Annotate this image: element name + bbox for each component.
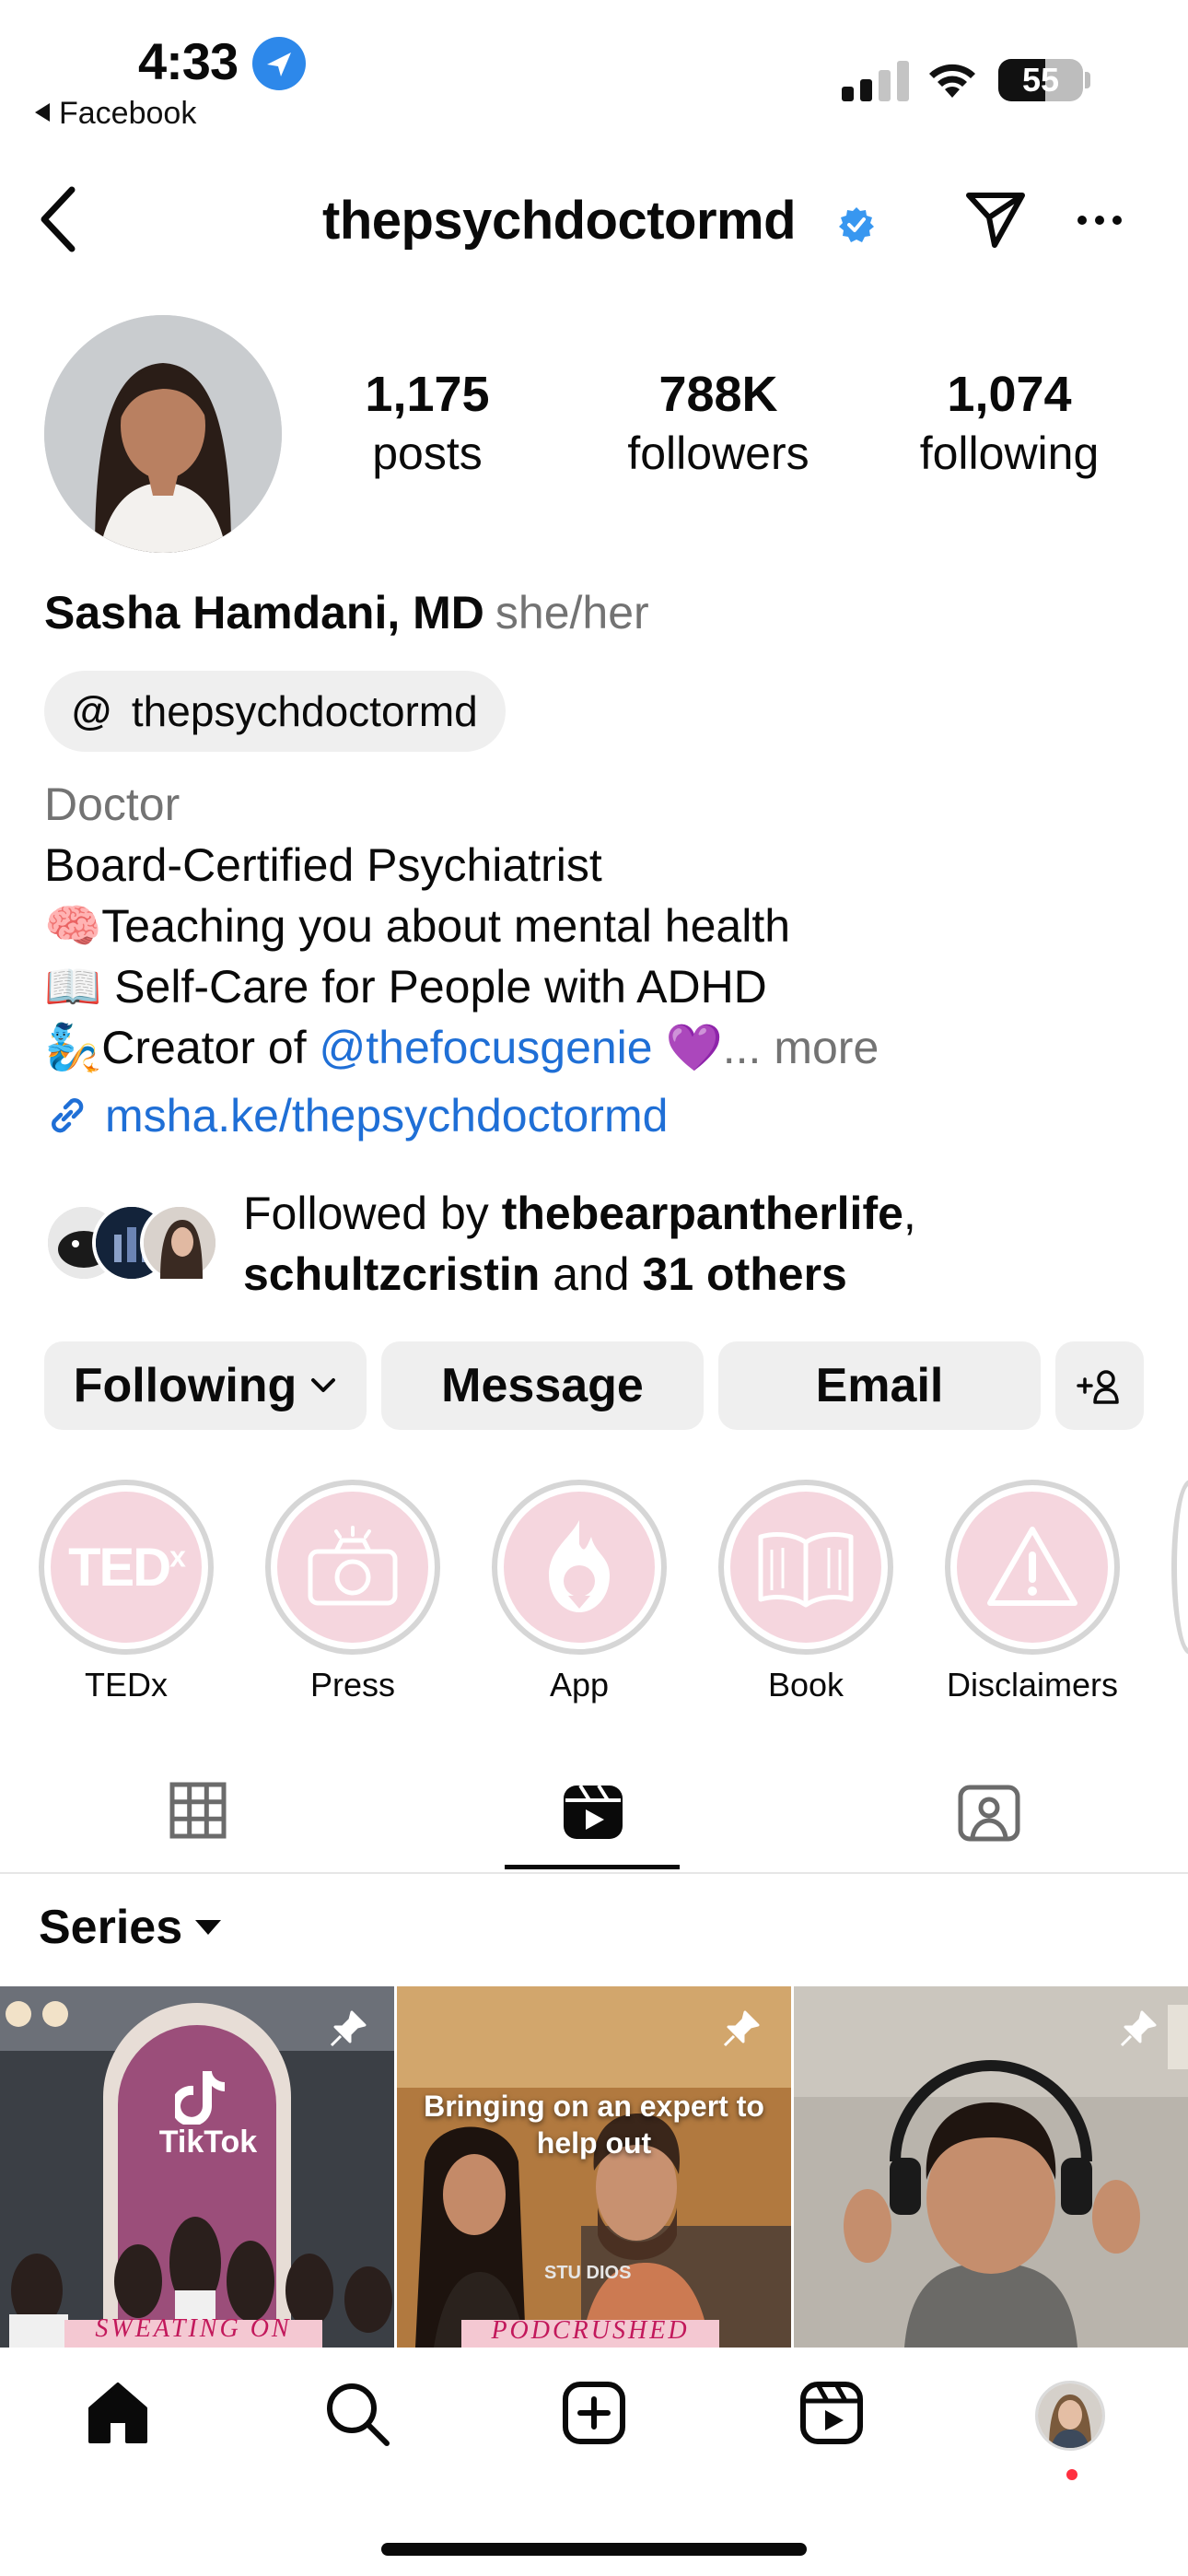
nav-search[interactable] bbox=[324, 2381, 390, 2452]
nav-reels[interactable] bbox=[799, 2381, 864, 2450]
stat-followers[interactable]: 788K followers bbox=[617, 369, 820, 480]
grid-icon bbox=[169, 1782, 227, 1839]
battery-nub bbox=[1085, 72, 1090, 88]
home-icon bbox=[85, 2381, 151, 2445]
wifi-icon bbox=[925, 57, 980, 106]
pin-icon bbox=[1118, 2008, 1159, 2054]
stat-following[interactable]: 1,074 following bbox=[908, 369, 1111, 480]
highlight-press[interactable] bbox=[265, 1480, 440, 1655]
thumb-caption: Bringing on an expert to help out bbox=[424, 2090, 764, 2160]
bio-line: 🧞Creator of @thefocusgenie 💜... more bbox=[44, 1022, 879, 1073]
search-icon bbox=[324, 2381, 390, 2447]
highlight-disclaimers[interactable] bbox=[945, 1480, 1120, 1655]
home-indicator bbox=[381, 2543, 807, 2556]
message-button[interactable]: Message bbox=[381, 1341, 704, 1430]
status-time: 4:33 bbox=[138, 32, 239, 90]
back-to-app-link[interactable]: Facebook bbox=[35, 96, 196, 132]
threads-handle: thepsychdoctormd bbox=[131, 687, 478, 735]
more-options-icon[interactable] bbox=[1076, 214, 1124, 231]
tab-tagged[interactable] bbox=[958, 1782, 1020, 1847]
email-button[interactable]: Email bbox=[718, 1341, 1041, 1430]
tagged-person-icon bbox=[958, 1782, 1020, 1843]
send-direct-icon[interactable] bbox=[963, 190, 1028, 255]
profile-avatar[interactable] bbox=[44, 315, 282, 553]
caret-down-icon bbox=[195, 1920, 222, 1935]
studio-sign-text: STU DIOS bbox=[544, 2263, 632, 2283]
highlight-tedx[interactable]: TEDx bbox=[39, 1480, 214, 1655]
bio-more-link[interactable]: ... more bbox=[723, 1022, 879, 1073]
genie-icon bbox=[538, 1516, 621, 1618]
add-person-icon bbox=[1077, 1367, 1123, 1404]
series-dropdown[interactable]: Series bbox=[39, 1900, 222, 1955]
tab-grid[interactable] bbox=[169, 1782, 227, 1844]
reel-thumbnail[interactable]: Bringing on an expert to help out STU DI… bbox=[397, 1986, 791, 2348]
back-arrow-icon[interactable] bbox=[35, 184, 81, 259]
tedx-icon: TEDx bbox=[68, 1537, 186, 1598]
battery-indicator: 55 bbox=[998, 59, 1083, 101]
highlight-label: Book bbox=[767, 1666, 844, 1704]
reels-icon bbox=[562, 1782, 624, 1841]
bio-category: Doctor bbox=[44, 779, 181, 830]
profile-username: thepsychdoctormd bbox=[322, 191, 797, 251]
notification-dot bbox=[1066, 2469, 1077, 2480]
highlight-label: TEDx bbox=[85, 1666, 168, 1704]
cellular-signal-icon bbox=[842, 61, 912, 106]
mutual-avatar bbox=[140, 1203, 219, 1282]
highlight-label: Disclaimers bbox=[946, 1666, 1118, 1704]
pin-icon bbox=[721, 2008, 762, 2054]
tiktok-logo-text: TikTok bbox=[158, 2125, 258, 2160]
tiktok-logo-icon bbox=[171, 2067, 227, 2129]
bio-line: Board-Certified Psychiatrist bbox=[44, 839, 602, 891]
book-icon bbox=[755, 1526, 856, 1609]
thumb-overlay-text: SWEATING ON bbox=[95, 2314, 292, 2343]
bio-line: 📖 Self-Care for People with ADHD bbox=[44, 961, 767, 1013]
highlight-label: Press bbox=[309, 1666, 396, 1704]
add-post-icon bbox=[562, 2381, 626, 2445]
mutual-followers-avatars[interactable] bbox=[44, 1203, 228, 1286]
stat-posts[interactable]: 1,175 posts bbox=[326, 369, 529, 480]
profile-full-name: Sasha Hamdani, MD she/her bbox=[44, 587, 649, 638]
pin-icon bbox=[328, 2008, 368, 2054]
thumb-overlay-text: PODCRUSHED bbox=[491, 2316, 690, 2345]
tab-reels[interactable] bbox=[562, 1782, 624, 1845]
warning-icon bbox=[984, 1524, 1080, 1610]
chevron-down-icon bbox=[309, 1376, 337, 1395]
highlight-book[interactable] bbox=[718, 1480, 893, 1655]
camera-icon bbox=[305, 1526, 401, 1609]
bio-line: 🧠Teaching you about mental health bbox=[44, 900, 791, 952]
followed-by-text[interactable]: Followed by thebearpantherlife, schultzc… bbox=[243, 1183, 916, 1305]
threads-badge[interactable]: @ thepsychdoctormd bbox=[44, 671, 506, 752]
bio-mention-link[interactable]: @thefocusgenie bbox=[319, 1022, 652, 1073]
following-button[interactable]: Following bbox=[44, 1341, 367, 1430]
nav-home[interactable] bbox=[85, 2381, 151, 2450]
link-icon bbox=[44, 1093, 90, 1139]
highlight-app[interactable] bbox=[492, 1480, 667, 1655]
verified-badge-icon bbox=[838, 206, 875, 243]
pronouns: she/her bbox=[495, 587, 649, 638]
suggested-users-button[interactable] bbox=[1055, 1341, 1144, 1430]
highlight-partial[interactable] bbox=[1171, 1480, 1188, 1655]
threads-icon: @ bbox=[72, 688, 111, 733]
reel-thumbnail[interactable]: TikTok SWEATING ON bbox=[0, 1986, 394, 2348]
active-tab-indicator bbox=[505, 1865, 680, 1869]
nav-profile-avatar[interactable] bbox=[1035, 2381, 1105, 2451]
reels-icon bbox=[799, 2381, 864, 2445]
profile-link[interactable]: msha.ke/thepsychdoctormd bbox=[44, 1089, 668, 1142]
bio: Doctor Board-Certified Psychiatrist 🧠Tea… bbox=[44, 774, 879, 1078]
location-icon bbox=[252, 37, 306, 90]
tab-divider bbox=[0, 1872, 1188, 1874]
reel-thumbnail[interactable] bbox=[794, 1986, 1188, 2348]
highlight-label: App bbox=[549, 1666, 610, 1704]
nav-create[interactable] bbox=[562, 2381, 626, 2450]
